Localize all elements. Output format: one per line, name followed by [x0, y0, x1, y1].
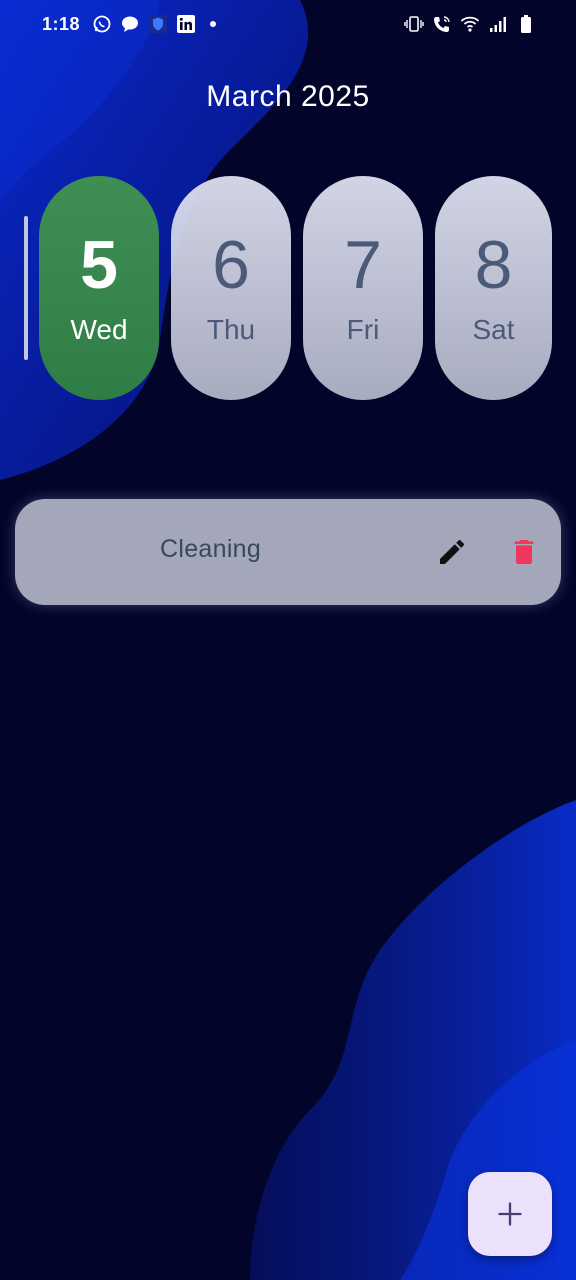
previous-day-edge[interactable]: [24, 216, 28, 360]
day-name: Wed: [70, 314, 128, 345]
shield-app-icon: [148, 14, 168, 34]
day-number: 5: [80, 227, 118, 303]
day-item-thu[interactable]: 6 Thu: [171, 176, 291, 400]
day-name: Thu: [206, 314, 256, 345]
edit-button[interactable]: [430, 530, 474, 574]
status-bar: 1:18: [0, 0, 576, 48]
message-icon: [120, 14, 140, 34]
signal-icon: [488, 14, 508, 34]
month-title: March 2025: [206, 80, 370, 113]
delete-icon: [514, 540, 534, 564]
day-item-sat[interactable]: 8 Sat: [435, 176, 552, 400]
vibrate-icon: [404, 14, 424, 34]
day-number: 7: [344, 227, 382, 303]
wifi-icon: [460, 14, 480, 34]
day-number: 6: [212, 227, 250, 303]
day-selector[interactable]: 5 Wed 6 Thu 7 Fri 8 Sat: [0, 176, 576, 400]
day-name: Sat: [472, 314, 515, 345]
battery-icon: [516, 14, 536, 34]
linkedin-icon: [176, 14, 196, 34]
whatsapp-icon: [92, 14, 112, 34]
day-item-fri[interactable]: 7 Fri: [303, 176, 423, 400]
notification-dot-icon: [210, 21, 217, 27]
app-screen: 1:18 March 2025 5 Wed 6 Thu 7 Fri 8 Sat …: [0, 0, 576, 1280]
delete-button[interactable]: [502, 530, 546, 574]
edit-icon: [440, 539, 465, 564]
status-time: 1:18: [42, 13, 81, 34]
add-task-button[interactable]: [468, 1172, 552, 1256]
wifi-calling-icon: [432, 14, 452, 34]
day-number: 8: [474, 227, 513, 303]
day-name: Fri: [346, 314, 380, 345]
day-item-wed[interactable]: 5 Wed: [39, 176, 159, 400]
task-card[interactable]: Cleaning: [15, 499, 561, 605]
task-title: Cleaning: [160, 535, 262, 563]
plus-icon: [498, 1202, 522, 1226]
